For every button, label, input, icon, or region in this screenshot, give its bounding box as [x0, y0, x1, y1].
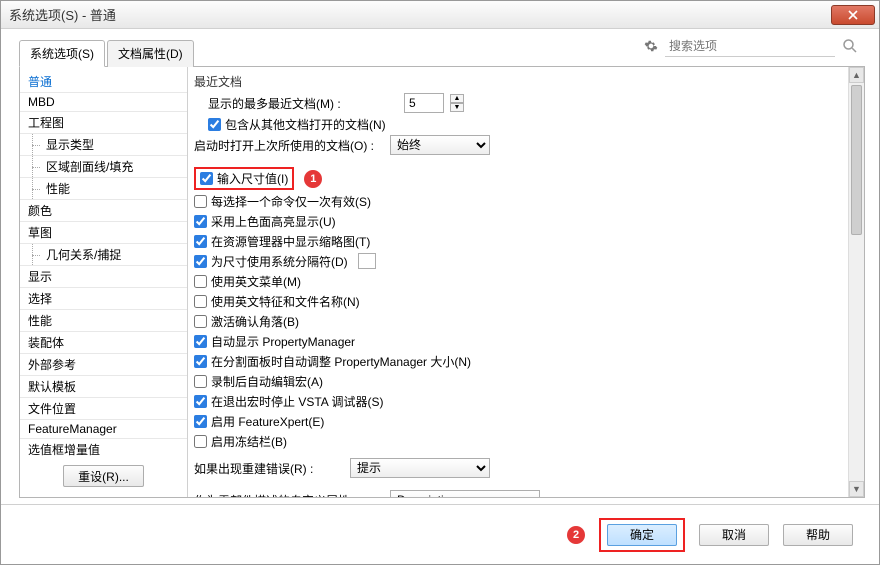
main-scroll: 最近文档 显示的最多最近文档(M) : ▲▼ 包含从其他文档打开的文档(N) 启…: [188, 67, 864, 497]
tab-document-properties[interactable]: 文档属性(D): [107, 40, 194, 67]
search-row: [643, 35, 859, 57]
scroll-down-button[interactable]: ▼: [849, 481, 864, 497]
window-title: 系统选项(S) - 普通: [9, 5, 831, 24]
tree-item-default-template[interactable]: 默认模板: [20, 376, 187, 398]
tree-item-color[interactable]: 颜色: [20, 200, 187, 222]
custom-prop-row: 作为零部件描述的自定义属性: Description: [194, 489, 860, 497]
system-options-window: 系统选项(S) - 普通 系统选项(S) 文档属性(D) 普通 MBD: [0, 0, 880, 565]
color-highlight-checkbox[interactable]: 采用上色面高亮显示(U): [194, 213, 336, 230]
tree-item-display[interactable]: 显示: [20, 266, 187, 288]
recent-docs-group: 最近文档: [194, 71, 860, 92]
confirm-corner-checkbox[interactable]: 激活确认角落(B): [194, 313, 299, 330]
cancel-button[interactable]: 取消: [699, 524, 769, 546]
search-input[interactable]: [665, 35, 835, 57]
eng-menu-checkbox[interactable]: 使用英文菜单(M): [194, 273, 301, 290]
category-tree: 普通 MBD 工程图 显示类型 区域剖面线/填充 性能 颜色 草图 几何关系/捕…: [20, 69, 187, 457]
record-macro-checkbox[interactable]: 录制后自动编辑宏(A): [194, 373, 323, 390]
startup-label: 启动时打开上次所使用的文档(O) :: [194, 137, 384, 154]
startup-row: 启动时打开上次所使用的文档(O) : 始终: [194, 134, 860, 156]
tree-item-relations[interactable]: 几何关系/捕捉: [20, 244, 187, 266]
thumbnails-checkbox[interactable]: 在资源管理器中显示缩略图(T): [194, 233, 370, 250]
reset-row: 重设(R)...: [20, 461, 187, 491]
tree-item-sketch[interactable]: 草图: [20, 222, 187, 244]
chevron-down-icon[interactable]: ▼: [450, 103, 464, 112]
scroll-up-button[interactable]: ▲: [849, 67, 864, 83]
tree-item-featuremanager[interactable]: FeatureManager: [20, 420, 187, 439]
recent-max-input[interactable]: [404, 93, 444, 113]
help-button[interactable]: 帮助: [783, 524, 853, 546]
ok-button[interactable]: 确定: [607, 524, 677, 546]
tab-system-options[interactable]: 系统选项(S): [19, 40, 105, 67]
close-icon: [848, 10, 858, 20]
titlebar: 系统选项(S) - 普通: [1, 1, 879, 29]
startup-combo[interactable]: 始终: [390, 135, 490, 155]
body-area: 系统选项(S) 文档属性(D) 普通 MBD 工程图 显示类型 区域剖面线/填充…: [1, 29, 879, 504]
tree-item-file-locations[interactable]: 文件位置: [20, 398, 187, 420]
custom-prop-combo[interactable]: Description: [390, 490, 540, 497]
tree-item-general[interactable]: 普通: [20, 71, 187, 93]
tree-item-spin-increment[interactable]: 选值框增量值: [20, 439, 187, 457]
tree-item-mbd[interactable]: MBD: [20, 93, 187, 112]
vsta-stop-checkbox[interactable]: 在退出宏时停止 VSTA 调试器(S): [194, 393, 383, 410]
tree-item-select[interactable]: 选择: [20, 288, 187, 310]
custom-prop-label: 作为零部件描述的自定义属性:: [194, 492, 384, 498]
auto-pm-checkbox[interactable]: 自动显示 PropertyManager: [194, 333, 355, 350]
tree-item-hatch[interactable]: 区域剖面线/填充: [20, 156, 187, 178]
recent-max-label: 显示的最多最近文档(M) :: [208, 95, 398, 112]
rebuild-combo[interactable]: 提示: [350, 458, 490, 478]
input-dim-checkbox[interactable]: 输入尺寸值(I): [200, 170, 288, 187]
single-cmd-checkbox[interactable]: 每选择一个命令仅一次有效(S): [194, 193, 371, 210]
content-wrap: 普通 MBD 工程图 显示类型 区域剖面线/填充 性能 颜色 草图 几何关系/捕…: [19, 67, 865, 498]
recent-max-spinner[interactable]: ▲▼: [450, 94, 464, 112]
freeze-bar-checkbox[interactable]: 启用冻结栏(B): [194, 433, 287, 450]
input-dim-row: 输入尺寸值(I) 1: [194, 166, 860, 191]
highlight-ok: 确定: [599, 518, 685, 552]
vertical-scrollbar[interactable]: ▲ ▼: [848, 67, 864, 497]
footer: 2 确定 取消 帮助: [1, 504, 879, 564]
tree-item-performance[interactable]: 性能: [20, 178, 187, 200]
recent-max-row: 显示的最多最近文档(M) : ▲▼: [194, 92, 860, 114]
include-other-docs-checkbox[interactable]: 包含从其他文档打开的文档(N): [208, 116, 386, 133]
gear-icon: [643, 38, 659, 54]
main-panel: 最近文档 显示的最多最近文档(M) : ▲▼ 包含从其他文档打开的文档(N) 启…: [188, 67, 864, 497]
sys-sep-checkbox[interactable]: 为尺寸使用系统分隔符(D): [194, 253, 348, 270]
separator-preview-box: [358, 253, 376, 269]
annotation-badge-2: 2: [567, 526, 585, 544]
include-other-docs-row: 包含从其他文档打开的文档(N): [194, 114, 860, 134]
search-icon[interactable]: [841, 37, 859, 55]
tree-item-drawing[interactable]: 工程图: [20, 112, 187, 134]
annotation-badge-1: 1: [304, 170, 322, 188]
tree-item-assembly[interactable]: 装配体: [20, 332, 187, 354]
tree-item-ext-ref[interactable]: 外部参考: [20, 354, 187, 376]
eng-names-checkbox[interactable]: 使用英文特征和文件名称(N): [194, 293, 360, 310]
rebuild-row: 如果出现重建错误(R) : 提示: [194, 457, 860, 479]
featurexpert-checkbox[interactable]: 启用 FeatureXpert(E): [194, 413, 324, 430]
tree-item-performance-2[interactable]: 性能: [20, 310, 187, 332]
reset-button[interactable]: 重设(R)...: [63, 465, 144, 487]
scroll-thumb[interactable]: [851, 85, 862, 235]
tree-item-display-type[interactable]: 显示类型: [20, 134, 187, 156]
close-button[interactable]: [831, 5, 875, 25]
highlight-input-dim: 输入尺寸值(I): [194, 167, 294, 190]
sidebar: 普通 MBD 工程图 显示类型 区域剖面线/填充 性能 颜色 草图 几何关系/捕…: [20, 67, 188, 497]
chevron-up-icon[interactable]: ▲: [450, 94, 464, 103]
pm-resize-checkbox[interactable]: 在分割面板时自动调整 PropertyManager 大小(N): [194, 353, 471, 370]
rebuild-label: 如果出现重建错误(R) :: [194, 460, 344, 477]
